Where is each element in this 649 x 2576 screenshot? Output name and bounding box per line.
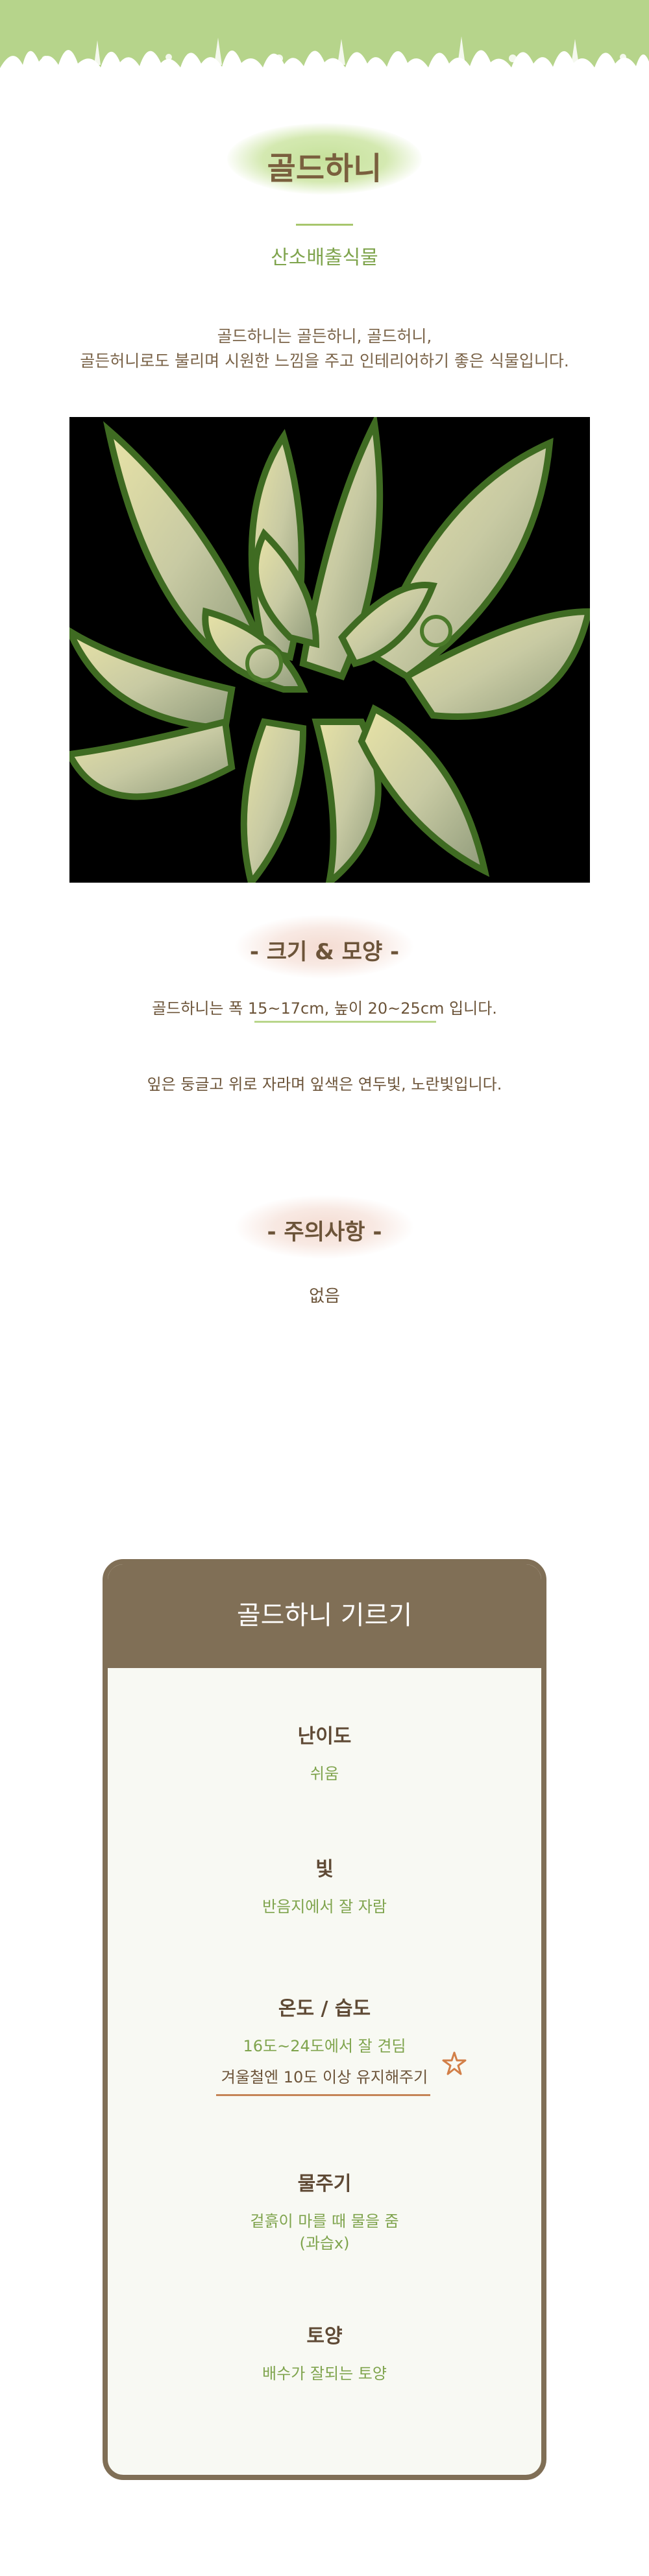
title-divider [296,224,353,226]
grass-banner [0,0,649,83]
size-heading: - 크기 & 모양 - [249,939,400,965]
title-section: 골드하니 [0,117,649,195]
care-item-label: 온도 / 습도 [278,1998,371,2020]
caution-text: 없음 [309,1287,340,1306]
care-item-watering: 물주기 겉흙이 마를 때 물을 줌 (과습x) [108,2167,541,2254]
size-section-header: - 크기 & 모양 - [0,914,649,979]
care-item-value: 쉬움 [310,1765,339,1783]
sansevieria-plant-image [69,417,590,883]
plant-photo [69,417,590,883]
care-item-light: 빛 반음지에서 잘 자람 [108,1853,541,1918]
size-underline [254,1021,436,1023]
care-item-label: 토양 [306,2325,343,2348]
intro-line: 골든허니로도 불리며 시원한 느낌을 주고 인테리어하기 좋은 식물입니다. [80,352,569,370]
page-subtitle: 산소배출식물 [271,246,378,269]
page-title: 골드하니 [267,150,382,187]
care-item-value-line: 겨울철엔 10도 이상 유지해주기 [215,2066,431,2096]
care-item-value: 겉흙이 마를 때 물을 줌 (과습x) [108,2210,541,2254]
grass-silhouette-icon [0,36,649,83]
caution-heading: - 주의사항 - [267,1219,382,1245]
care-item-value: 반음지에서 잘 자람 [262,1898,387,1916]
care-item-temperature: 온도 / 습도 16도~24도에서 잘 견딤 겨울철엔 10도 이상 유지해주기 [108,1992,541,2096]
care-item-value-line: 16도~24도에서 잘 견딤 [243,2037,406,2055]
intro-line: 골드하니는 골든하니, 골드허니, [217,327,432,346]
care-item-value-line-wrap: 겨울철엔 10도 이상 유지해주기 [108,2066,541,2096]
intro-text: 골드하니는 골든하니, 골드허니, 골든허니로도 불리며 시원한 느낌을 주고 … [0,324,649,374]
care-item-label: 물주기 [297,2173,352,2195]
care-item-value: 16도~24도에서 잘 견딤 겨울철엔 10도 이상 유지해주기 [108,2035,541,2096]
care-item-label: 난이도 [297,1725,352,1748]
caution-section-header: - 주의사항 - [0,1195,649,1259]
care-item-value-line: 겉흙이 마를 때 물을 줌 [250,2212,399,2230]
care-card-title: 골드하니 기르기 [236,1601,413,1630]
care-item-label: 빛 [315,1858,334,1881]
care-card-header: 골드하니 기르기 [108,1564,541,1668]
size-text: 골드하니는 폭 15~17cm, 높이 20~25cm 입니다. [152,999,497,1018]
care-item-difficulty: 난이도 쉬움 [108,1720,541,1785]
shape-text: 잎은 둥글고 위로 자라며 잎색은 연두빛, 노란빛입니다. [147,1075,502,1093]
care-item-value-line: (과습x) [299,2234,350,2252]
care-item-value: 배수가 잘되는 토양 [262,2365,387,2383]
care-card: 골드하니 기르기 난이도 쉬움 빛 반음지에서 잘 자람 온도 / 습도 16도… [103,1559,546,2480]
star-icon [442,2051,467,2075]
care-item-soil: 토양 배수가 잘되는 토양 [108,2320,541,2385]
